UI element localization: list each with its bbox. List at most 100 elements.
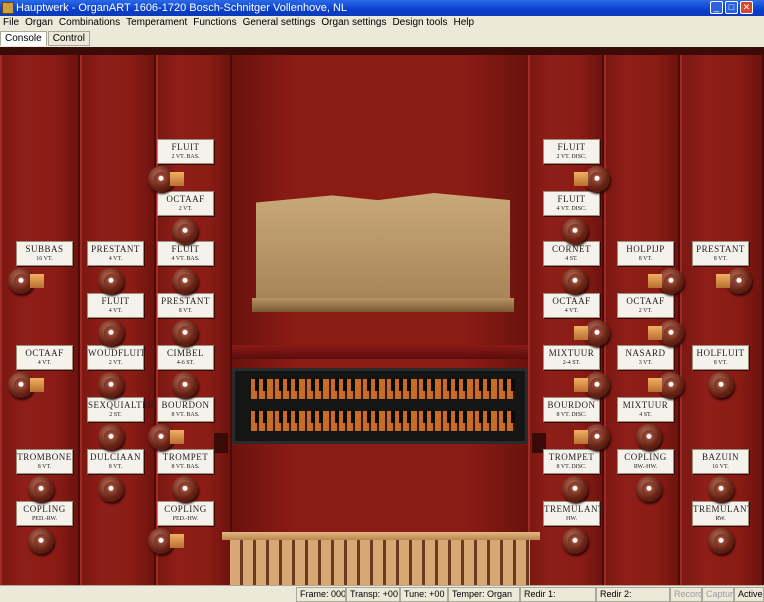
black-key[interactable] — [295, 411, 299, 423]
black-key[interactable] — [431, 411, 435, 423]
black-key[interactable] — [343, 379, 347, 391]
stop-knob[interactable] — [574, 424, 610, 450]
black-key[interactable] — [463, 379, 467, 391]
black-key[interactable] — [423, 411, 427, 423]
stop-knob[interactable] — [28, 476, 54, 502]
menu-general-settings[interactable]: General settings — [240, 16, 319, 30]
black-key[interactable] — [487, 411, 491, 423]
black-key[interactable] — [399, 379, 403, 391]
manual-lower[interactable] — [251, 411, 515, 431]
stop-knob[interactable] — [562, 528, 588, 554]
black-key[interactable] — [455, 411, 459, 423]
black-key[interactable] — [263, 411, 267, 423]
stop-knob[interactable] — [98, 372, 124, 398]
stop-knob[interactable] — [172, 268, 198, 294]
menu-help[interactable]: Help — [450, 16, 477, 30]
black-key[interactable] — [343, 411, 347, 423]
stop-knob[interactable] — [148, 424, 184, 450]
stop-knob[interactable] — [562, 476, 588, 502]
black-key[interactable] — [423, 379, 427, 391]
black-key[interactable] — [487, 379, 491, 391]
black-key[interactable] — [399, 411, 403, 423]
black-key[interactable] — [455, 379, 459, 391]
menu-organ[interactable]: Organ — [22, 16, 56, 30]
black-key[interactable] — [407, 379, 411, 391]
stop-knob[interactable] — [98, 476, 124, 502]
black-key[interactable] — [263, 379, 267, 391]
pedalboard[interactable] — [230, 540, 530, 585]
black-key[interactable] — [391, 379, 395, 391]
menu-combinations[interactable]: Combinations — [56, 16, 123, 30]
stop-knob[interactable] — [574, 372, 610, 398]
black-key[interactable] — [391, 411, 395, 423]
stop-knob[interactable] — [8, 372, 44, 398]
stop-knob[interactable] — [636, 476, 662, 502]
black-key[interactable] — [375, 379, 379, 391]
black-key[interactable] — [503, 379, 507, 391]
black-key[interactable] — [335, 411, 339, 423]
black-key[interactable] — [287, 379, 291, 391]
black-key[interactable] — [511, 411, 515, 423]
stop-knob[interactable] — [28, 528, 54, 554]
black-key[interactable] — [375, 411, 379, 423]
black-key[interactable] — [311, 411, 315, 423]
menu-functions[interactable]: Functions — [190, 16, 239, 30]
black-key[interactable] — [479, 379, 483, 391]
stop-knob[interactable] — [574, 320, 610, 346]
black-key[interactable] — [431, 379, 435, 391]
black-key[interactable] — [503, 411, 507, 423]
stop-knob[interactable] — [574, 166, 610, 192]
stop-knob[interactable] — [8, 268, 44, 294]
stop-knob[interactable] — [648, 320, 684, 346]
menu-temperament[interactable]: Temperament — [123, 16, 190, 30]
stop-knob[interactable] — [636, 424, 662, 450]
manual-upper[interactable] — [251, 379, 515, 399]
tab-control[interactable]: Control — [47, 31, 90, 46]
black-key[interactable] — [447, 379, 451, 391]
black-key[interactable] — [319, 411, 323, 423]
stop-label: SUBBAS 16 VT. — [16, 241, 73, 266]
black-key[interactable] — [479, 411, 483, 423]
black-key[interactable] — [319, 379, 323, 391]
stop-knob[interactable] — [708, 528, 734, 554]
stop-knob[interactable] — [562, 268, 588, 294]
black-key[interactable] — [295, 379, 299, 391]
stop-knob[interactable] — [172, 320, 198, 346]
tab-console[interactable]: Console — [0, 31, 47, 46]
minimize-icon[interactable]: _ — [710, 1, 723, 14]
black-key[interactable] — [351, 379, 355, 391]
menu-organ-settings[interactable]: Organ settings — [318, 16, 389, 30]
stop-knob[interactable] — [648, 372, 684, 398]
stop-knob[interactable] — [98, 268, 124, 294]
stop-knob[interactable] — [172, 372, 198, 398]
menu-file[interactable]: File — [0, 16, 22, 30]
black-key[interactable] — [255, 379, 259, 391]
black-key[interactable] — [463, 411, 467, 423]
menu-design-tools[interactable]: Design tools — [389, 16, 450, 30]
black-key[interactable] — [287, 411, 291, 423]
black-key[interactable] — [367, 379, 371, 391]
maximize-icon[interactable]: □ — [725, 1, 738, 14]
stop-knob[interactable] — [148, 528, 184, 554]
black-key[interactable] — [311, 379, 315, 391]
black-key[interactable] — [255, 411, 259, 423]
stop-knob[interactable] — [172, 218, 198, 244]
stop-knob[interactable] — [98, 320, 124, 346]
stop-knob[interactable] — [172, 476, 198, 502]
black-key[interactable] — [335, 379, 339, 391]
black-key[interactable] — [407, 411, 411, 423]
close-icon[interactable]: ✕ — [740, 1, 753, 14]
black-key[interactable] — [351, 411, 355, 423]
stop-knob[interactable] — [98, 424, 124, 450]
stop-knob[interactable] — [562, 218, 588, 244]
black-key[interactable] — [279, 411, 283, 423]
stop-knob[interactable] — [148, 166, 184, 192]
black-key[interactable] — [367, 411, 371, 423]
black-key[interactable] — [447, 411, 451, 423]
stop-knob[interactable] — [648, 268, 684, 294]
stop-knob[interactable] — [708, 476, 734, 502]
black-key[interactable] — [279, 379, 283, 391]
black-key[interactable] — [511, 379, 515, 391]
stop-knob[interactable] — [716, 268, 752, 294]
stop-knob[interactable] — [708, 372, 734, 398]
